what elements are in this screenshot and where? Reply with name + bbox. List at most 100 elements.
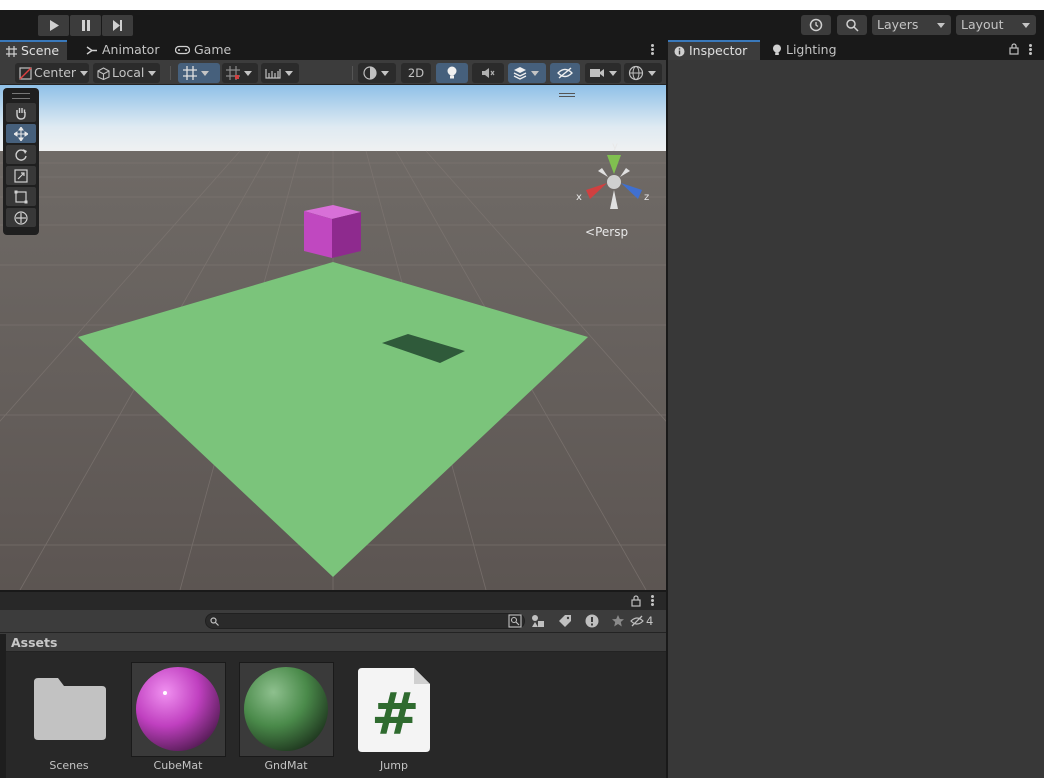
asset-label: Scenes	[49, 759, 89, 772]
tab-scene-label: Scene	[21, 43, 60, 58]
gizmos-dropdown[interactable]	[624, 63, 662, 83]
folder-icon	[34, 678, 106, 740]
persp-icon: <	[585, 225, 596, 239]
2d-mode-toggle[interactable]: 2D	[401, 63, 431, 83]
search-scope-button[interactable]	[505, 613, 525, 629]
svg-text:#: #	[371, 680, 420, 748]
projection-label: Persp	[595, 225, 629, 239]
star-icon	[612, 615, 624, 627]
favorites-button[interactable]	[608, 613, 628, 629]
search-icon	[210, 617, 219, 626]
layout-label: Layout	[961, 17, 1004, 32]
asset-thumbnail-frame	[239, 662, 334, 757]
folder-tree-collapsed[interactable]	[0, 634, 6, 778]
material-sphere-icon	[244, 667, 328, 751]
console-errors-button[interactable]	[582, 613, 602, 629]
grid-icon	[6, 45, 17, 57]
chevron-down-icon	[937, 23, 945, 28]
pause-button[interactable]	[70, 15, 101, 36]
palette-grip-icon[interactable]	[12, 93, 30, 99]
asset-label: CubeMat	[153, 759, 203, 772]
magenta-cube[interactable]	[304, 205, 361, 258]
lock-icon[interactable]	[1009, 43, 1019, 55]
step-button[interactable]	[102, 15, 133, 36]
pivot-space-dropdown[interactable]: Local	[93, 63, 160, 83]
tab-inspector-label: Inspector	[689, 43, 748, 58]
project-menu-icon[interactable]	[651, 595, 654, 607]
animator-icon	[86, 45, 97, 55]
pivot-center-icon	[19, 66, 32, 80]
draw-mode-dropdown[interactable]	[358, 63, 396, 83]
camera-settings-dropdown[interactable]	[585, 63, 621, 83]
play-icon	[49, 20, 59, 31]
scene-panel: Scene Animator Game Center Local 2D y x …	[0, 40, 666, 590]
layout-dropdown[interactable]: Layout	[956, 15, 1036, 35]
chevron-down-icon	[244, 70, 252, 76]
scale-tool-button[interactable]	[6, 166, 36, 185]
layers-dropdown[interactable]: Layers	[872, 15, 951, 35]
effects-layers-icon	[513, 67, 527, 80]
grid-snap-toggle[interactable]	[178, 63, 220, 83]
hand-icon	[16, 107, 26, 120]
tab-animator-label: Animator	[102, 42, 160, 57]
hand-tool-button[interactable]	[6, 103, 36, 122]
transform-tool-button[interactable]	[6, 208, 36, 227]
asset-label: Jump	[380, 759, 408, 772]
move-tool-button[interactable]	[6, 124, 36, 143]
filter-by-label-button[interactable]	[555, 613, 575, 629]
z-axis-cone[interactable]	[621, 183, 642, 199]
search-button[interactable]	[837, 15, 867, 35]
projection-toggle[interactable]: <Persp	[585, 225, 628, 239]
rect-transform-icon	[14, 190, 28, 203]
asset-thumbnail-frame	[131, 662, 226, 757]
csharp-script-icon: #	[358, 668, 430, 752]
toolbar-separator	[352, 66, 353, 80]
rect-tool-button[interactable]	[6, 187, 36, 206]
tab-inspector[interactable]: Inspector	[668, 40, 760, 60]
grid-snap-icon	[183, 66, 197, 80]
lock-icon[interactable]	[631, 595, 641, 607]
effects-dropdown[interactable]	[508, 63, 546, 83]
project-search-input[interactable]	[205, 613, 525, 629]
undo-history-button[interactable]	[801, 15, 831, 35]
project-toolbar: 4	[0, 610, 666, 632]
scene-viewport[interactable]: y x z <Persp	[0, 85, 666, 590]
camera-icon	[590, 69, 604, 77]
incremental-snap-toggle[interactable]	[222, 63, 258, 83]
tab-lighting[interactable]: Lighting	[766, 40, 843, 60]
lighting-toggle[interactable]	[436, 63, 468, 83]
scene-visibility-toggle[interactable]	[550, 63, 580, 83]
x-axis-cone[interactable]	[586, 183, 607, 199]
rotate-tool-button[interactable]	[6, 145, 36, 164]
y-axis-cone[interactable]	[607, 155, 621, 174]
audio-mute-icon	[482, 68, 495, 78]
chevron-down-icon	[285, 70, 293, 76]
overlay-grip-icon[interactable]	[559, 93, 575, 97]
tab-game[interactable]: Game	[169, 40, 237, 60]
lightbulb-icon	[447, 66, 457, 79]
ruler-snap-toggle[interactable]	[261, 63, 299, 83]
history-icon	[809, 18, 823, 32]
pivot-mode-dropdown[interactable]: Center	[15, 63, 89, 83]
scene-orientation-gizmo[interactable]: y x z	[574, 137, 654, 222]
info-icon	[674, 46, 685, 56]
breadcrumb-assets[interactable]: Assets	[11, 635, 57, 650]
filter-by-type-button[interactable]	[528, 613, 548, 629]
chevron-down-icon	[80, 70, 89, 76]
hidden-packages-toggle[interactable]: 4	[630, 613, 653, 629]
audio-toggle[interactable]	[472, 63, 504, 83]
breadcrumb: Assets	[0, 632, 666, 652]
inspector-menu-icon[interactable]	[1029, 44, 1032, 56]
2d-mode-label: 2D	[407, 66, 425, 80]
tab-animator[interactable]: Animator	[80, 40, 165, 60]
lightbulb-icon	[773, 44, 781, 55]
warning-circle-icon	[585, 614, 599, 628]
scene-panel-menu-icon[interactable]	[651, 44, 654, 56]
chevron-down-icon	[1022, 23, 1030, 28]
play-button[interactable]	[38, 15, 69, 36]
tag-icon	[559, 615, 571, 627]
tab-scene[interactable]: Scene	[0, 40, 67, 60]
move-arrows-icon	[14, 126, 28, 141]
gamepad-icon	[175, 45, 190, 55]
window-top-strip	[0, 0, 1044, 10]
